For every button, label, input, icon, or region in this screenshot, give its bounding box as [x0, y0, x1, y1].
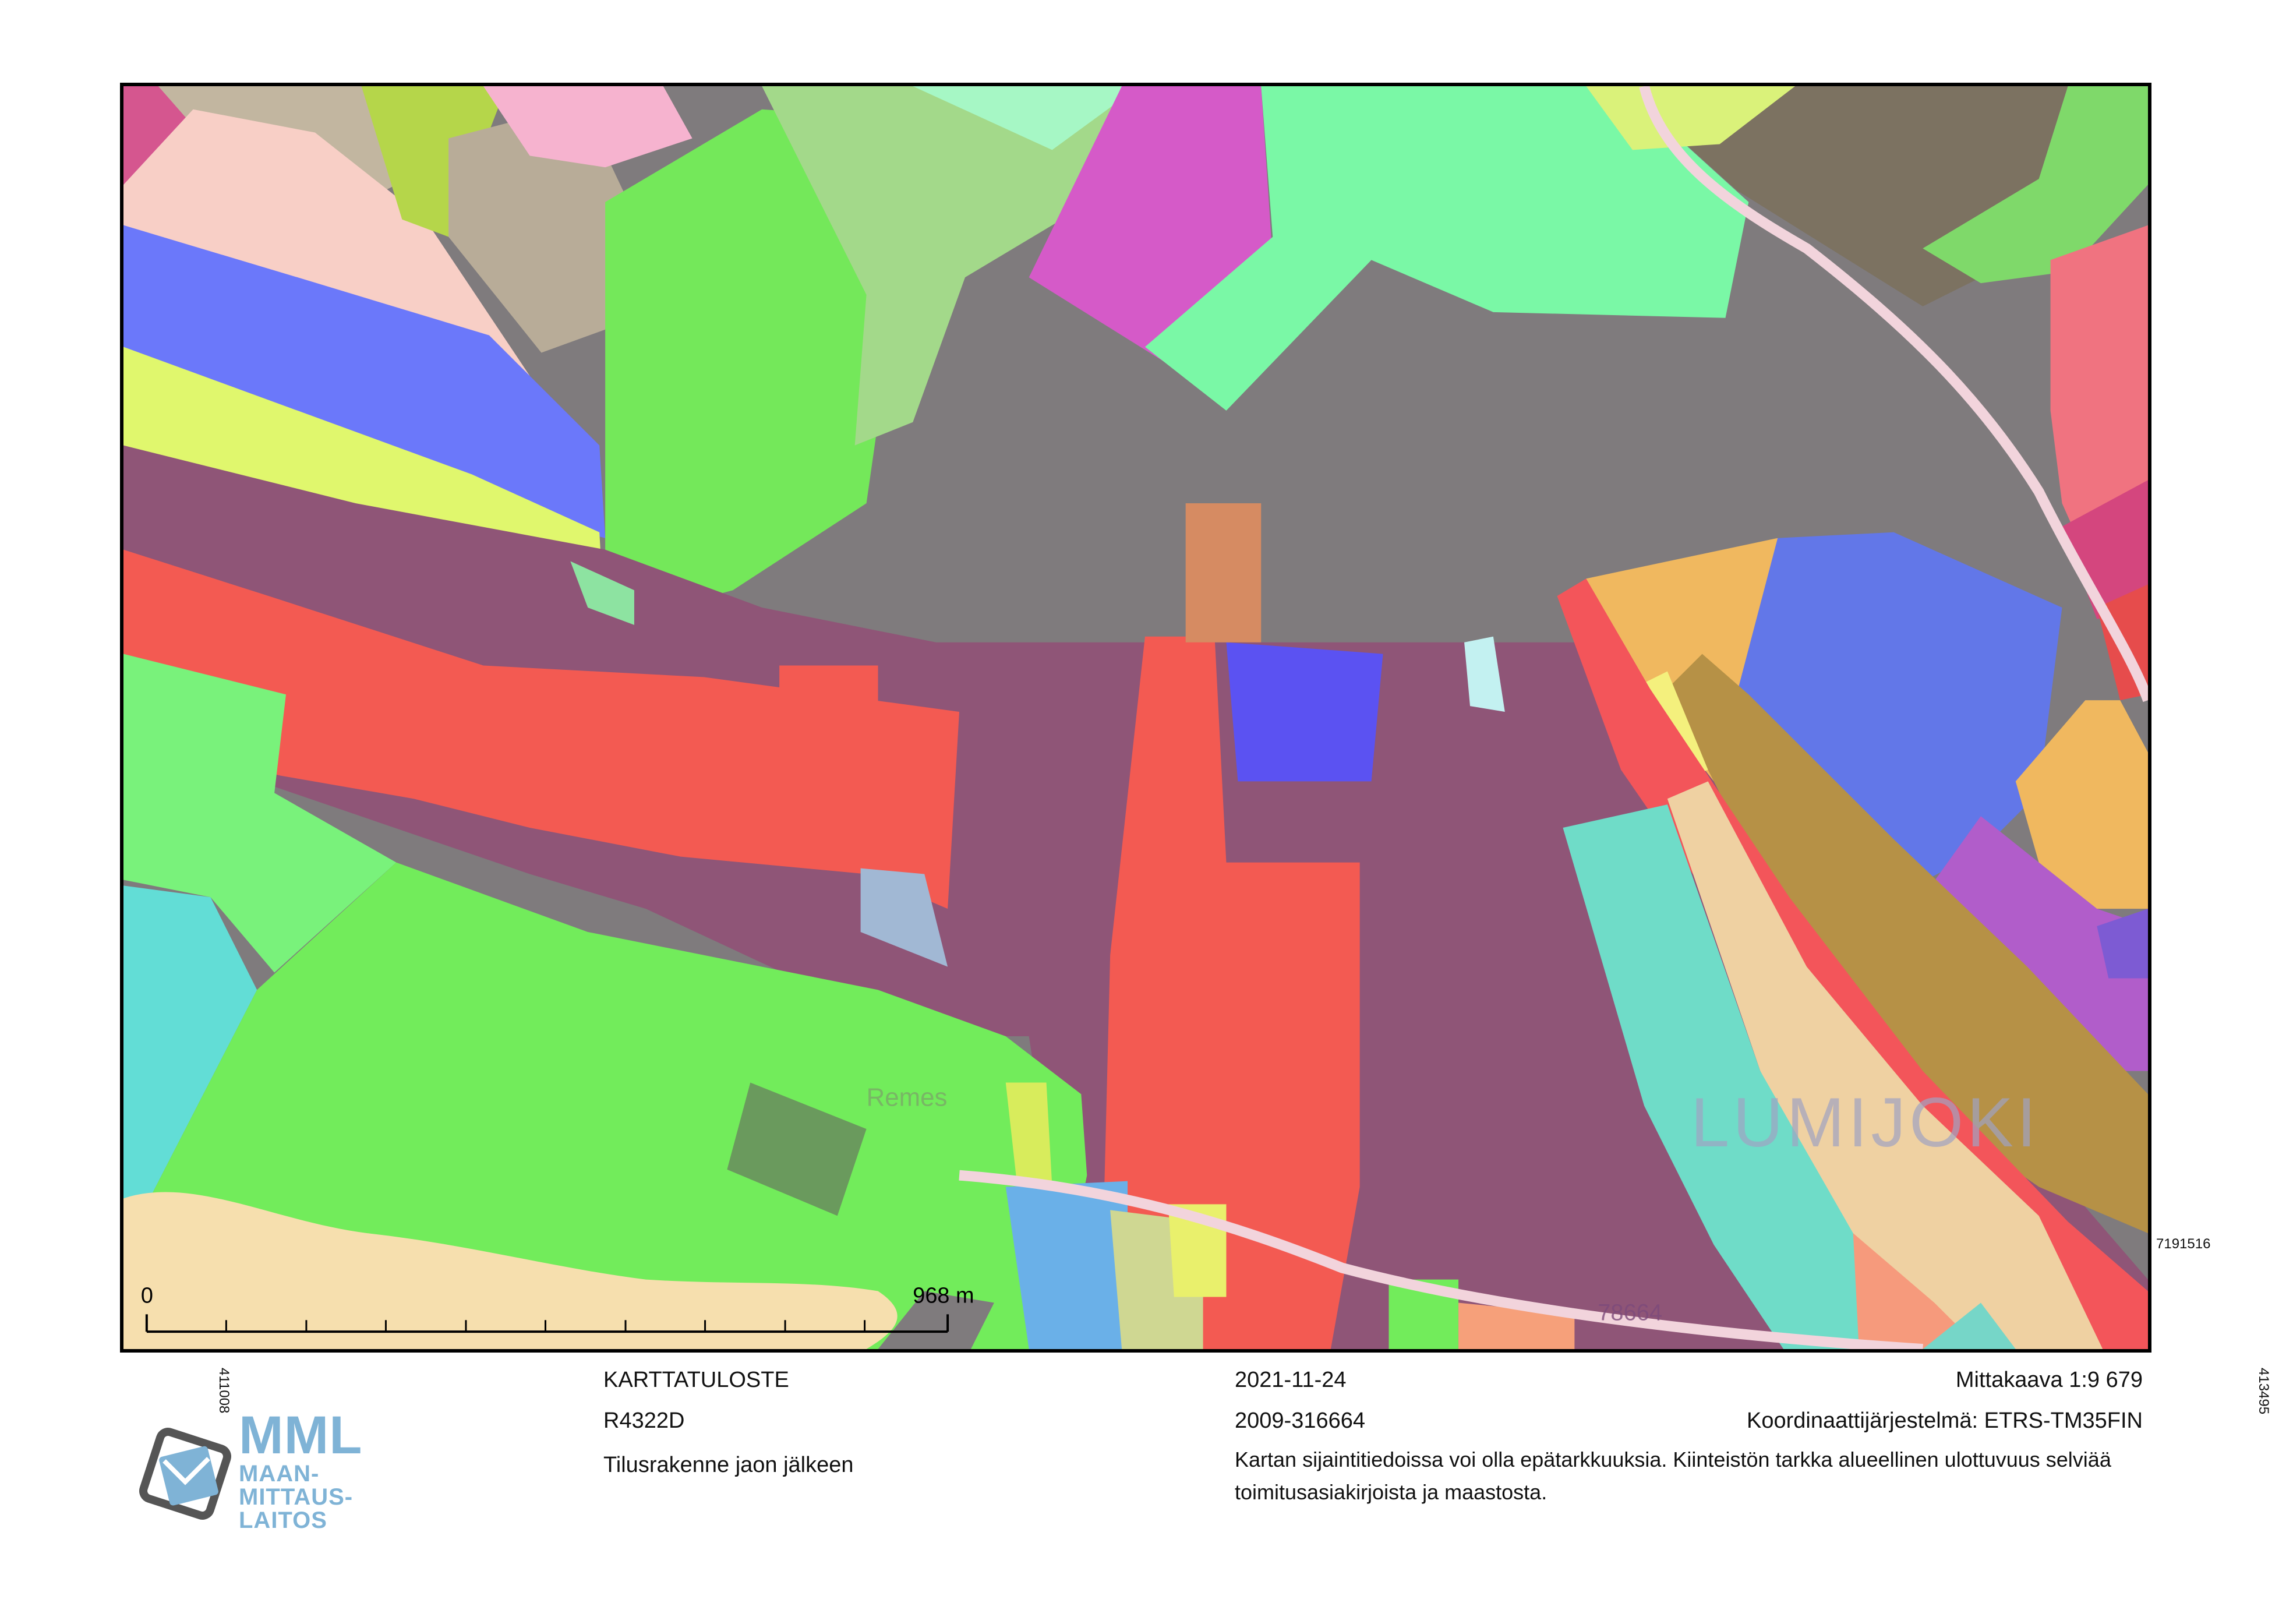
village-label: Remes	[867, 1083, 948, 1111]
scale-start-label: 0	[141, 1283, 153, 1308]
scale-end-label: 968 m	[913, 1283, 974, 1308]
doc-code: R4322D	[603, 1408, 685, 1433]
parcel-royalblue[interactable]	[1226, 642, 1383, 782]
mml-logo: MML MAAN- MITTAUS- LAITOS	[127, 1408, 372, 1537]
reference-number: 2009-316664	[1235, 1408, 1365, 1433]
print-date: 2021-11-24	[1235, 1368, 1347, 1392]
place-label: LUMIJOKI	[1691, 1084, 2040, 1161]
map-scale: Mittakaava 1:9 679	[1955, 1368, 2143, 1392]
logo-line-2: MAAN-	[239, 1461, 320, 1487]
logo-line-4: LAITOS	[239, 1508, 327, 1533]
logo-line-3: MITTAUS-	[239, 1484, 354, 1510]
parcel-red-small[interactable]	[779, 665, 878, 712]
property-map[interactable]: LUMIJOKI Remes 78664 0 968 m	[123, 86, 2148, 1349]
parcel-number-label: 78664	[1598, 1300, 1662, 1325]
logo-line-1: MML	[239, 1406, 363, 1465]
disclaimer: Kartan sijaintitiedoissa voi olla epätar…	[1235, 1448, 2111, 1504]
doc-description: Tilusrakenne jaon jälkeen	[603, 1453, 854, 1477]
map-frame[interactable]: LUMIJOKI Remes 78664 0 968 m	[120, 83, 2151, 1353]
coordinate-system: Koordinaattijärjestelmä: ETRS-TM35FIN	[1747, 1408, 2143, 1433]
coordinate-label-bottom-left: 411008	[216, 1368, 232, 1414]
mml-logo-mark-icon	[139, 1428, 231, 1520]
coordinate-label-right: 7191516	[2156, 1236, 2211, 1252]
coordinate-label-bottom-right: 413495	[2256, 1368, 2271, 1415]
doc-type: KARTTATULOSTE	[603, 1368, 789, 1392]
parcel-orange-small[interactable]	[1185, 503, 1262, 642]
